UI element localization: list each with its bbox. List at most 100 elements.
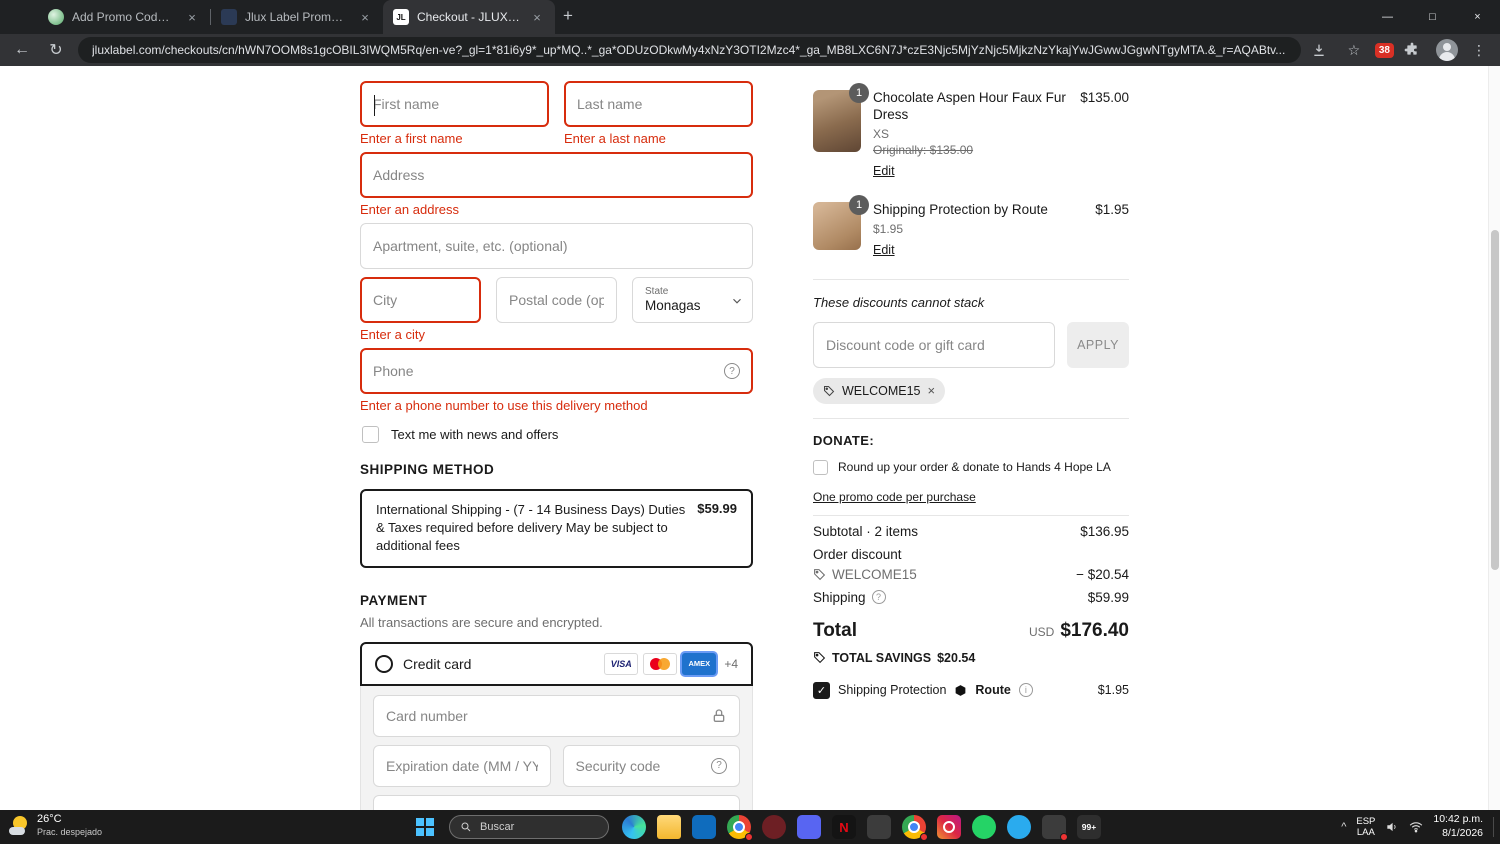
opera-icon[interactable] (762, 815, 786, 839)
name-on-card-field[interactable] (373, 794, 740, 810)
credit-card-radio[interactable] (375, 654, 393, 673)
phone-field[interactable]: ? (360, 348, 753, 394)
discount-code-input[interactable] (826, 336, 1042, 353)
tab-checkout[interactable]: JL Checkout - JLUXLABEL × (383, 0, 555, 34)
item-price: $135.00 (1080, 90, 1129, 105)
file-explorer-icon[interactable] (657, 815, 681, 839)
apartment-field[interactable] (360, 223, 753, 269)
security-code-field[interactable]: ? (562, 744, 740, 787)
extensions-puzzle-icon[interactable] (1404, 42, 1426, 58)
bookmark-star-icon[interactable]: ☆ (1343, 42, 1365, 59)
edit-item-link[interactable]: Edit (873, 243, 895, 257)
minimize-button[interactable]: — (1365, 0, 1410, 34)
more-cards-count: +4 (724, 656, 738, 671)
address-bar[interactable]: jluxlabel.com/checkouts/cn/hWN7OOM8s1gcO… (78, 37, 1301, 63)
app-icon[interactable] (1042, 815, 1068, 841)
new-tab-button[interactable]: + (563, 6, 573, 26)
visa-icon: VISA (604, 652, 639, 675)
apartment-input[interactable] (373, 238, 740, 254)
volume-icon[interactable] (1385, 820, 1399, 834)
tab3-close-icon[interactable]: × (529, 10, 545, 25)
netflix-icon[interactable]: N (832, 815, 856, 839)
first-name-field[interactable] (360, 81, 549, 127)
start-button[interactable] (416, 818, 434, 836)
browser-profile-icon[interactable] (902, 815, 928, 841)
language-indicator[interactable]: ESP LAA (1356, 816, 1375, 839)
discord-icon[interactable] (797, 815, 821, 839)
security-code-input[interactable] (575, 757, 711, 774)
expiry-field[interactable] (373, 744, 551, 787)
total-value: $176.40 (1060, 619, 1129, 641)
card-number-input[interactable] (386, 707, 711, 724)
tab-promo-codes-1[interactable]: Add Promo Codes for Jlux Lab × (38, 0, 210, 34)
first-name-input[interactable] (373, 96, 536, 112)
show-desktop-button[interactable] (1493, 817, 1494, 837)
store-icon[interactable] (692, 815, 716, 839)
city-field[interactable] (360, 277, 481, 323)
shipping-option-price: $59.99 (697, 501, 737, 516)
edit-item-link[interactable]: Edit (873, 164, 895, 178)
maximize-button[interactable]: □ (1410, 0, 1455, 34)
tab-promo-codes-2[interactable]: Jlux Label Promo Codes - 20% × (211, 0, 383, 34)
postal-code-field[interactable] (496, 277, 617, 323)
phone-input[interactable] (373, 363, 724, 379)
browser-menu-icon[interactable]: ⋮ (1468, 42, 1490, 59)
page-scrollbar[interactable] (1488, 66, 1500, 810)
instagram-icon[interactable] (937, 815, 961, 839)
tray-expand-icon[interactable]: ^ (1341, 821, 1346, 833)
clock[interactable]: 10:42 p.m. 8/1/2026 (1433, 813, 1483, 840)
security-code-help-icon[interactable]: ? (711, 757, 727, 774)
chrome-icon[interactable] (727, 815, 753, 841)
state-select[interactable]: State Monagas (632, 277, 753, 323)
product-thumbnail-protection: 1 (813, 194, 869, 250)
taskbar-weather-widget[interactable]: 26°C Prac. despejado (8, 813, 102, 838)
donate-checkbox[interactable] (813, 459, 828, 475)
address-input[interactable] (373, 167, 740, 183)
app-icon[interactable] (867, 815, 891, 839)
apply-discount-button[interactable]: APPLY (1067, 321, 1129, 368)
donate-heading: DONATE: (813, 432, 875, 448)
route-info-icon[interactable]: i (1018, 683, 1033, 698)
notifications-overflow-icon[interactable]: 99+ (1077, 815, 1101, 839)
last-name-input[interactable] (577, 96, 740, 112)
shipping-option-text: International Shipping - (7 - 14 Busines… (376, 502, 686, 554)
credit-card-option[interactable]: Credit card VISA AMEX +4 (360, 641, 753, 686)
download-icon[interactable] (1311, 42, 1333, 58)
promo-code-chip: WELCOME15 × (813, 377, 946, 404)
news-offers-checkbox[interactable] (362, 426, 379, 443)
adblock-extension-icon[interactable]: 38 (1374, 42, 1394, 58)
back-icon[interactable]: ← (10, 41, 34, 59)
tag-icon (813, 651, 826, 664)
address-error: Enter an address (360, 202, 460, 217)
address-field[interactable] (360, 152, 753, 198)
chevron-down-icon (730, 294, 744, 308)
quantity-badge: 1 (849, 83, 869, 103)
reload-icon[interactable]: ↻ (44, 40, 68, 60)
whatsapp-icon[interactable] (972, 815, 996, 839)
order-discount-label: Order discount (813, 546, 902, 562)
expiry-input[interactable] (386, 757, 538, 774)
card-number-field[interactable] (373, 694, 740, 737)
edge-icon[interactable] (622, 815, 646, 839)
promo-limit-note: One promo code per purchase (813, 489, 976, 504)
discount-code-field[interactable] (813, 321, 1055, 368)
telegram-icon[interactable] (1007, 815, 1031, 839)
tab2-close-icon[interactable]: × (357, 10, 373, 25)
shipping-help-icon[interactable]: ? (871, 590, 886, 605)
taskbar-search[interactable]: Buscar (449, 815, 609, 839)
tab1-close-icon[interactable]: × (184, 10, 200, 25)
profile-avatar[interactable] (1436, 39, 1458, 61)
item-title: Shipping Protection by Route (873, 201, 1048, 217)
phone-help-icon[interactable]: ? (724, 363, 740, 379)
close-window-button[interactable]: × (1455, 0, 1500, 34)
cart-item-protection: 1 Shipping Protection by Route $1.95 $1.… (813, 194, 1129, 259)
last-name-field[interactable] (564, 81, 753, 127)
subtotal-label: Subtotal · 2 items (813, 523, 919, 539)
shipping-protection-checkbox[interactable]: ✓ (813, 681, 830, 699)
network-icon[interactable] (1409, 820, 1423, 834)
city-input[interactable] (373, 292, 468, 308)
postal-code-input[interactable] (509, 292, 604, 308)
scrollbar-thumb[interactable] (1491, 230, 1499, 570)
remove-promo-icon[interactable]: × (928, 383, 936, 398)
shipping-option[interactable]: International Shipping - (7 - 14 Busines… (360, 489, 753, 568)
